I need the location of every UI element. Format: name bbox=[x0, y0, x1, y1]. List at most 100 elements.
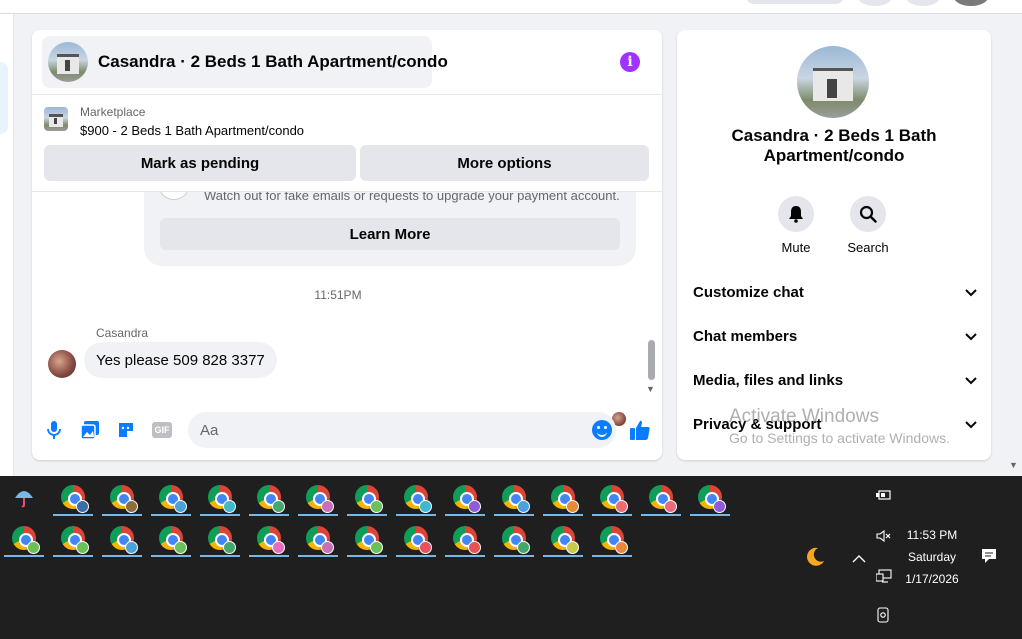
pinned-app-umbrella-icon[interactable] bbox=[4, 478, 44, 516]
chrome-profile-app-icon[interactable] bbox=[249, 478, 289, 516]
chrome-profile-app-icon[interactable] bbox=[396, 519, 436, 557]
running-indicator bbox=[445, 555, 485, 557]
listing-avatar bbox=[48, 42, 88, 82]
message-thread: Watch out for fake emails or requests to… bbox=[32, 162, 662, 426]
chrome-profile-app-icon[interactable] bbox=[102, 519, 142, 557]
running-indicator bbox=[641, 514, 681, 516]
meet-now-icon[interactable] bbox=[876, 607, 890, 626]
chevron-down-icon bbox=[965, 284, 977, 301]
chrome-profile-app-icon[interactable] bbox=[347, 478, 387, 516]
sender-avatar[interactable] bbox=[48, 350, 76, 378]
chrome-icon bbox=[502, 485, 530, 513]
listing-large-avatar[interactable] bbox=[797, 46, 869, 118]
mark-as-pending-button[interactable]: Mark as pending bbox=[44, 145, 356, 181]
chrome-icon bbox=[159, 485, 187, 513]
chrome-icon bbox=[453, 485, 481, 513]
chrome-icon bbox=[12, 526, 40, 554]
chrome-profile-app-icon[interactable] bbox=[249, 519, 289, 557]
chrome-icon bbox=[257, 526, 285, 554]
top-profile-avatar[interactable] bbox=[954, 0, 988, 6]
page-scroll-down-arrow-icon[interactable]: ▼ bbox=[1009, 460, 1018, 470]
privacy-support-section[interactable]: Privacy & support bbox=[693, 406, 977, 442]
chrome-icon bbox=[600, 526, 628, 554]
running-indicator bbox=[298, 514, 338, 516]
clock-time[interactable]: 11:53 PM bbox=[900, 528, 964, 542]
more-options-button[interactable]: More options bbox=[360, 145, 649, 181]
chrome-profile-app-icon[interactable] bbox=[347, 519, 387, 557]
chrome-profile-app-icon[interactable] bbox=[690, 478, 730, 516]
chrome-profile-app-icon[interactable] bbox=[298, 478, 338, 516]
volume-muted-icon[interactable] bbox=[876, 529, 892, 545]
chrome-profile-app-icon[interactable] bbox=[592, 478, 632, 516]
media-files-links-section[interactable]: Media, files and links bbox=[693, 362, 977, 398]
chrome-icon bbox=[502, 526, 530, 554]
chrome-profile-app-icon[interactable] bbox=[445, 478, 485, 516]
chat-members-section[interactable]: Chat members bbox=[693, 318, 977, 354]
chrome-profile-app-icon[interactable] bbox=[494, 478, 534, 516]
scroll-down-arrow-icon[interactable]: ▼ bbox=[646, 384, 655, 394]
bell-icon[interactable] bbox=[778, 196, 814, 232]
network-icon[interactable] bbox=[875, 569, 892, 586]
chrome-profile-app-icon[interactable] bbox=[543, 519, 583, 557]
chrome-profile-app-icon[interactable] bbox=[396, 478, 436, 516]
top-search-pill[interactable] bbox=[746, 0, 844, 4]
clock-day[interactable]: Saturday bbox=[900, 550, 964, 564]
thumbs-up-icon[interactable] bbox=[628, 418, 652, 442]
notifications-icon[interactable] bbox=[981, 548, 997, 567]
chrome-profile-app-icon[interactable] bbox=[494, 519, 534, 557]
gif-icon[interactable]: GIF bbox=[152, 420, 172, 440]
sticker-icon[interactable] bbox=[116, 420, 136, 440]
info-icon[interactable]: i bbox=[620, 52, 640, 72]
chat-header[interactable]: Casandra · 2 Beds 1 Bath Apartment/condo bbox=[42, 36, 448, 88]
chrome-icon bbox=[208, 485, 236, 513]
moon-icon[interactable] bbox=[804, 546, 826, 571]
chrome-profile-app-icon[interactable] bbox=[641, 478, 681, 516]
battery-icon[interactable] bbox=[876, 488, 892, 504]
chrome-icon bbox=[453, 526, 481, 554]
chrome-icon bbox=[551, 485, 579, 513]
chrome-profile-app-icon[interactable] bbox=[151, 478, 191, 516]
search-action[interactable]: Search bbox=[838, 196, 898, 255]
chevron-up-icon[interactable] bbox=[852, 550, 866, 566]
chat-title: Casandra · 2 Beds 1 Bath Apartment/condo bbox=[98, 52, 448, 71]
chrome-profile-app-icon[interactable] bbox=[200, 519, 240, 557]
photo-gallery-icon[interactable] bbox=[80, 420, 100, 440]
chrome-profile-app-icon[interactable] bbox=[53, 519, 93, 557]
message-bubble[interactable]: Yes please 509 828 3377 bbox=[84, 342, 277, 378]
clock-date[interactable]: 1/17/2026 bbox=[900, 572, 964, 586]
running-indicator bbox=[200, 555, 240, 557]
microphone-icon[interactable] bbox=[44, 420, 64, 440]
chrome-profile-app-icon[interactable] bbox=[200, 478, 240, 516]
chrome-profile-app-icon[interactable] bbox=[543, 478, 583, 516]
top-menu-button[interactable] bbox=[858, 0, 892, 6]
listing-thumbnail[interactable] bbox=[44, 107, 68, 131]
chrome-icon bbox=[306, 485, 334, 513]
chrome-profile-app-icon[interactable] bbox=[53, 478, 93, 516]
chrome-profile-app-icon[interactable] bbox=[592, 519, 632, 557]
chrome-profile-app-icon[interactable] bbox=[151, 519, 191, 557]
chrome-profile-app-icon[interactable] bbox=[298, 519, 338, 557]
sender-name: Casandra bbox=[96, 326, 149, 340]
mute-action[interactable]: Mute bbox=[766, 196, 826, 255]
chrome-icon bbox=[649, 485, 677, 513]
section-label: Media, files and links bbox=[693, 371, 844, 389]
customize-chat-section[interactable]: Customize chat bbox=[693, 274, 977, 310]
top-messenger-button[interactable] bbox=[906, 0, 940, 6]
chrome-icon bbox=[61, 526, 89, 554]
top-navigation-bar bbox=[0, 0, 1022, 14]
running-indicator bbox=[396, 555, 436, 557]
chrome-icon bbox=[110, 526, 138, 554]
search-icon[interactable] bbox=[850, 196, 886, 232]
learn-more-button[interactable]: Learn More bbox=[160, 218, 620, 250]
running-indicator bbox=[298, 555, 338, 557]
emoji-icon[interactable] bbox=[592, 420, 612, 440]
chrome-profile-app-icon[interactable] bbox=[4, 519, 44, 557]
running-indicator bbox=[151, 555, 191, 557]
marketplace-banner: Marketplace $900 - 2 Beds 1 Bath Apartme… bbox=[32, 94, 662, 192]
chrome-profile-app-icon[interactable] bbox=[102, 478, 142, 516]
message-scrollbar[interactable] bbox=[648, 340, 655, 380]
running-indicator bbox=[347, 514, 387, 516]
chrome-profile-app-icon[interactable] bbox=[445, 519, 485, 557]
listing-price[interactable]: $900 - 2 Beds 1 Bath Apartment/condo bbox=[80, 123, 304, 138]
message-input[interactable] bbox=[188, 412, 568, 448]
